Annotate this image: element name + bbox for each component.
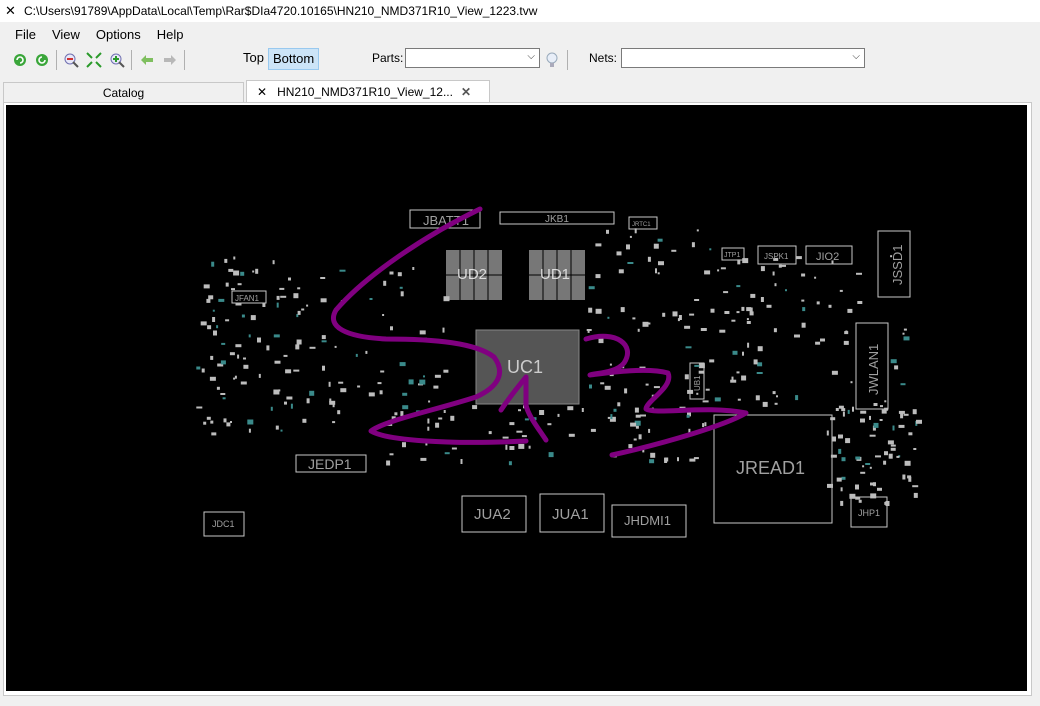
- window-title: C:\Users\91789\AppData\Local\Temp\Rar$DI…: [24, 4, 538, 18]
- nets-combobox[interactable]: ⌵: [621, 48, 865, 68]
- menu-help[interactable]: Help: [149, 27, 192, 42]
- chevron-down-icon: ⌵: [527, 51, 535, 62]
- fit-icon[interactable]: [85, 51, 103, 69]
- toolbar: Top Bottom Parts: ⌵ Nets: ⌵: [0, 46, 1040, 74]
- menu-options[interactable]: Options: [88, 27, 149, 42]
- label-jfan1: JFAN1: [235, 294, 260, 303]
- refresh-icon[interactable]: [11, 51, 29, 69]
- nets-label: Nets:: [589, 51, 618, 65]
- menu-bar: File View Options Help: [0, 24, 191, 44]
- label-jua2: JUA2: [474, 506, 511, 523]
- label-jkb1: JKB1: [545, 214, 569, 225]
- menu-file[interactable]: File: [0, 27, 44, 42]
- label-uc1: UC1: [507, 357, 543, 377]
- label-jedp1: JEDP1: [308, 456, 352, 472]
- label-jspk1: JSPK1: [764, 252, 789, 261]
- menu-view[interactable]: View: [44, 27, 88, 42]
- label-jua1: JUA1: [552, 506, 589, 523]
- bottom-side-button[interactable]: Bottom: [268, 48, 320, 70]
- toolbar-separator: [567, 50, 568, 70]
- tab-boardview[interactable]: ✕ HN210_NMD371R10_View_12... ✕: [246, 80, 490, 102]
- rotate-icon[interactable]: [33, 51, 51, 69]
- label-jread1: JREAD1: [736, 458, 805, 478]
- boardview-icon: ✕: [5, 3, 16, 18]
- label-jrtc1: JRTC1: [632, 222, 651, 228]
- label-jssd1: JSSD1: [890, 245, 905, 285]
- top-side-button[interactable]: Top: [239, 48, 268, 68]
- close-icon[interactable]: ✕: [461, 85, 471, 99]
- tab-label: HN210_NMD371R10_View_12...: [277, 84, 453, 99]
- toolbar-separator: [56, 50, 57, 70]
- label-jtp1: JTP1: [724, 252, 740, 259]
- label-jhp1: JHP1: [858, 508, 880, 518]
- label-ud1: UD1: [540, 266, 570, 283]
- label-jdc1: JDC1: [212, 519, 235, 529]
- tab-catalog[interactable]: Catalog: [3, 82, 244, 102]
- toolbar-separator: [184, 50, 185, 70]
- tab-label: Catalog: [102, 85, 145, 100]
- label-jio2: JIO2: [816, 251, 839, 263]
- label-jhdmi1: JHDMI1: [624, 513, 671, 528]
- tab-strip: Catalog ✕ HN210_NMD371R10_View_12... ✕: [0, 80, 1040, 102]
- parts-combobox[interactable]: ⌵: [405, 48, 540, 68]
- pcb-board[interactable]: JBATT1 JKB1 UD2 UD1 UC1 JFAN1 JEDP1 JUA2…: [6, 105, 1027, 691]
- back-arrow-icon[interactable]: [138, 51, 156, 69]
- forward-arrow-icon[interactable]: [161, 51, 179, 69]
- label-jwlan1: JWLAN1: [866, 344, 881, 395]
- parts-label: Parts:: [372, 51, 404, 65]
- boardview-icon: ✕: [257, 84, 268, 99]
- lightbulb-icon[interactable]: [543, 51, 561, 69]
- zoom-in-icon[interactable]: [108, 51, 126, 69]
- title-bar: ✕ C:\Users\91789\AppData\Local\Temp\Rar$…: [0, 0, 1040, 22]
- board-canvas[interactable]: JBATT1 JKB1 UD2 UD1 UC1 JFAN1 JEDP1 JUA2…: [6, 105, 1027, 691]
- zoom-out-icon[interactable]: [62, 51, 80, 69]
- chevron-down-icon: ⌵: [852, 51, 860, 62]
- board-view-frame: JBATT1 JKB1 UD2 UD1 UC1 JFAN1 JEDP1 JUA2…: [3, 102, 1032, 696]
- label-ub1: UB1: [693, 375, 702, 391]
- label-ud2: UD2: [457, 266, 487, 283]
- toolbar-separator: [131, 50, 132, 70]
